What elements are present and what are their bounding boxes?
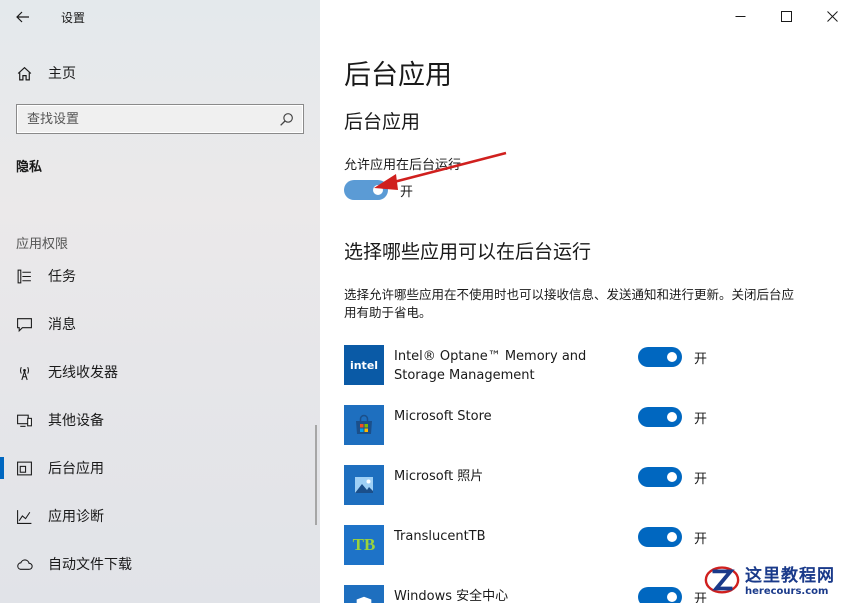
close-icon [826,10,838,22]
app-name: Microsoft 照片 [394,469,484,484]
close-button[interactable] [809,0,855,32]
sidebar-item-messages[interactable]: 消息 [0,300,320,348]
watermark-logo-icon [704,566,740,594]
window-title: 设置 [61,10,86,25]
sidebar-item-label: 其他设备 [48,413,104,429]
app-toggle-intel-optane[interactable] [638,347,682,367]
app-toggle-state: 开 [694,471,708,487]
group-label: 应用权限 [16,237,69,252]
app-toggle-microsoft-store[interactable] [638,407,682,427]
shield-icon [344,585,384,603]
app-row-microsoft-photos: Microsoft 照片 开 [344,465,784,505]
photos-icon [344,465,384,505]
app-name: Intel® Optane™ Memory and Storage Manage… [394,349,587,383]
maximize-icon [780,10,792,22]
store-icon [344,405,384,445]
watermark: 这里教程网 herecours.com [703,557,853,601]
sidebar-item-label: 应用诊断 [48,509,104,525]
intel-icon: intel [344,345,384,385]
devices-icon [16,412,33,429]
allow-background-state: 开 [400,184,414,200]
section-title: 隐私 [16,160,43,175]
minimize-button[interactable] [717,0,763,32]
diagnostics-icon [16,508,33,525]
sidebar-item-label: 自动文件下载 [48,557,132,573]
app-toggle-group: 开 [638,527,707,547]
sidebar-item-tasks[interactable]: 任务 [0,252,320,300]
app-toggle-group: 开 [638,407,707,427]
sidebar-item-label: 任务 [48,269,76,285]
section-heading-background-apps: 后台应用 [344,111,421,133]
allow-background-label: 允许应用在后台运行 [344,158,462,173]
sidebar-item-app-diagnostics[interactable]: 应用诊断 [0,492,320,540]
minimize-icon [735,15,745,17]
tasks-icon [16,268,33,285]
sidebar-home-label: 主页 [48,66,76,82]
window-controls [717,0,855,32]
sidebar-nav: 任务 消息 无线收发器 其他设备 后台应用 应用诊断 自动文件下载 [0,252,320,588]
allow-background-toggle[interactable] [344,180,388,200]
app-row-intel-optane: intel Intel® Optane™ Memory and Storage … [344,345,784,385]
sidebar-item-other-devices[interactable]: 其他设备 [0,396,320,444]
app-name: TranslucentTB [394,529,486,544]
watermark-cn: 这里教程网 [745,566,835,586]
back-button[interactable] [0,0,46,34]
sidebar-item-label: 消息 [48,317,76,333]
app-toggle-translucenttb[interactable] [638,527,682,547]
search-box[interactable] [16,104,304,134]
sidebar-item-background-apps[interactable]: 后台应用 [0,444,320,492]
app-toggle-group: 开 [638,347,707,367]
message-icon [16,316,33,333]
back-arrow-icon [16,11,29,23]
allow-background-toggle-group: 开 [344,180,413,200]
sidebar-item-auto-file-download[interactable]: 自动文件下载 [0,540,320,588]
background-apps-icon [16,460,33,477]
radio-tower-icon [16,364,33,381]
maximize-button[interactable] [763,0,809,32]
page-title: 后台应用 [344,60,452,91]
sidebar-item-label: 无线收发器 [48,365,118,381]
choose-apps-description: 选择允许哪些应用在不使用时也可以接收信息、发送通知和进行更新。关闭后台应用有助于… [344,287,795,320]
translucenttb-icon: TB [344,525,384,565]
sidebar-item-radios[interactable]: 无线收发器 [0,348,320,396]
app-toggle-state: 开 [694,351,708,367]
app-row-microsoft-store: Microsoft Store 开 [344,405,784,445]
app-name: Microsoft Store [394,409,492,424]
app-toggle-state: 开 [694,531,708,547]
choose-apps-heading: 选择哪些应用可以在后台运行 [344,241,592,263]
sidebar-item-label: 后台应用 [48,461,104,477]
app-toggle-group: 开 [638,467,707,487]
sidebar: 设置 主页 隐私 应用权限 任务 消息 [0,0,320,603]
app-toggle-group: 开 [638,587,707,603]
search-input[interactable] [27,111,267,127]
cloud-icon [16,556,33,573]
app-toggle-state: 开 [694,411,708,427]
app-name: Windows 安全中心 [394,589,509,603]
title-bar: 设置 [0,0,320,34]
watermark-text: 这里教程网 herecours.com [745,561,835,597]
sidebar-home[interactable]: 主页 [16,60,76,86]
app-toggle-microsoft-photos[interactable] [638,467,682,487]
search-icon[interactable] [278,111,295,128]
main-pane: 后台应用 后台应用 允许应用在后台运行 开 选择哪些应用可以在后台运行 选择允许… [320,0,855,603]
home-icon [16,65,33,82]
watermark-en: herecours.com [745,586,829,597]
app-toggle-windows-security[interactable] [638,587,682,603]
sidebar-scrollbar[interactable] [315,425,317,525]
